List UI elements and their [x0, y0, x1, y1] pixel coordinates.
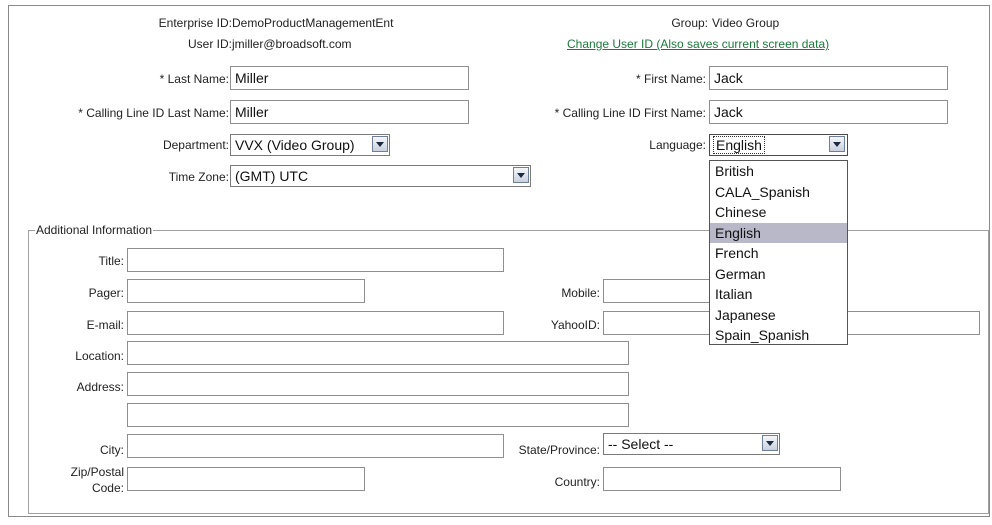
cli-last-name-input[interactable]: Miller	[230, 100, 469, 124]
language-label: Language:	[649, 138, 706, 152]
timezone-select[interactable]: (GMT) UTC	[230, 165, 531, 187]
group-value: Video Group	[712, 16, 780, 30]
language-option[interactable]: Chinese	[710, 202, 847, 223]
yahoo-id-label: YahooID:	[550, 318, 600, 332]
country-input[interactable]	[603, 467, 841, 491]
zip-label-line2: Code:	[91, 481, 124, 495]
last-name-input[interactable]: Miller	[230, 66, 469, 90]
language-option[interactable]: Spain_Spanish	[710, 325, 847, 346]
language-option[interactable]: Italian	[710, 284, 847, 305]
mobile-label: Mobile:	[561, 286, 600, 300]
language-option[interactable]: CALA_Spanish	[710, 182, 847, 203]
city-input[interactable]	[127, 434, 504, 458]
enterprise-id-value: DemoProductManagementEnt	[232, 16, 394, 30]
user-id-value: jmiller@broadsoft.com	[232, 37, 352, 51]
language-option-selected[interactable]: English	[710, 222, 847, 243]
language-select-value: English	[713, 136, 765, 154]
user-id-label: User ID:	[187, 37, 232, 51]
email-label: E-mail:	[86, 318, 124, 332]
department-select-value: VVX (Video Group)	[235, 137, 355, 153]
city-label: City:	[100, 443, 124, 457]
department-label: Department:	[162, 138, 229, 152]
cli-first-name-label: * Calling Line ID First Name:	[554, 106, 706, 120]
title-input[interactable]	[127, 248, 504, 272]
language-dropdown-list: British CALA_Spanish Chinese English Fre…	[709, 160, 848, 345]
zip-input[interactable]	[127, 467, 365, 491]
address-line1-input[interactable]	[127, 372, 629, 396]
country-label: Country:	[554, 475, 600, 489]
location-input[interactable]	[127, 341, 629, 365]
change-user-id-link[interactable]: Change User ID (Also saves current scree…	[567, 36, 829, 52]
enterprise-id-label: Enterprise ID:	[158, 16, 232, 30]
state-province-select-value: -- Select --	[608, 436, 674, 452]
address-label: Address:	[76, 380, 124, 394]
language-option[interactable]: Japanese	[710, 305, 847, 326]
first-name-label: * First Name:	[635, 72, 706, 86]
first-name-input[interactable]: Jack	[709, 66, 948, 90]
state-province-select[interactable]: -- Select --	[603, 433, 780, 455]
language-select[interactable]: English	[709, 134, 848, 156]
chevron-down-icon[interactable]	[372, 136, 388, 152]
zip-label-line1: Zip/Postal	[70, 465, 124, 479]
language-option[interactable]: French	[710, 243, 847, 264]
state-province-label: State/Province:	[518, 443, 600, 457]
timezone-select-value: (GMT) UTC	[235, 168, 309, 184]
chevron-down-icon[interactable]	[829, 136, 845, 152]
additional-info-legend: Additional Information	[35, 222, 154, 238]
pager-label: Pager:	[88, 286, 124, 300]
last-name-label: * Last Name:	[159, 72, 229, 86]
address-line2-input[interactable]	[127, 403, 629, 427]
language-option[interactable]: German	[710, 264, 847, 285]
cli-last-name-label: * Calling Line ID Last Name:	[78, 106, 229, 120]
cli-first-name-input[interactable]: Jack	[709, 100, 948, 124]
location-label: Location:	[75, 349, 124, 363]
timezone-label: Time Zone:	[168, 170, 229, 184]
language-option[interactable]: British	[710, 161, 847, 182]
title-label: Title:	[98, 254, 124, 268]
group-label: Group:	[671, 16, 708, 30]
chevron-down-icon[interactable]	[762, 435, 778, 451]
chevron-down-icon[interactable]	[513, 167, 529, 183]
email-input[interactable]	[127, 311, 504, 335]
pager-input[interactable]	[127, 279, 365, 303]
department-select[interactable]: VVX (Video Group)	[230, 134, 390, 156]
